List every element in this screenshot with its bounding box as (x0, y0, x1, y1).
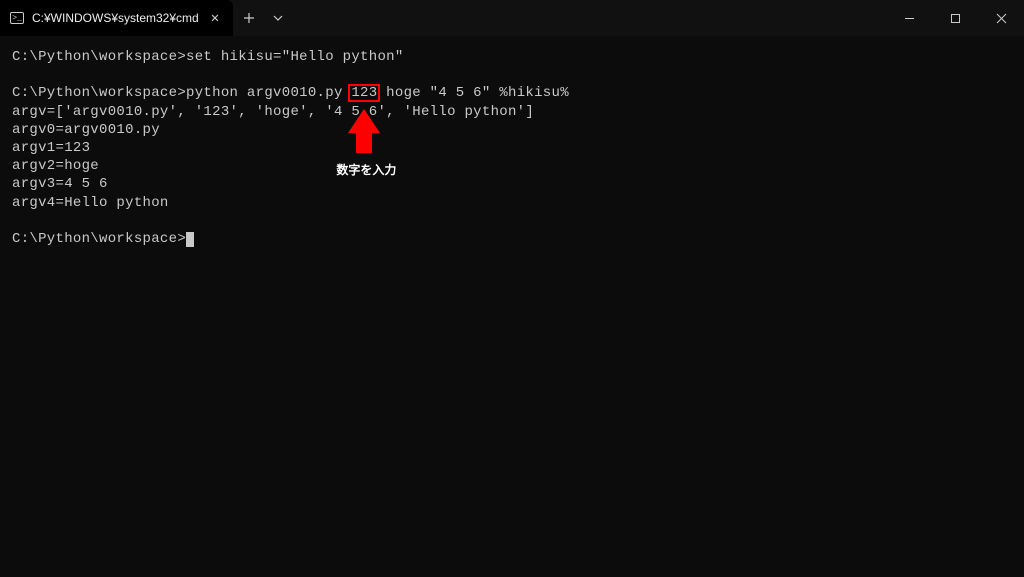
titlebar-drag-area[interactable] (291, 0, 886, 36)
cursor (186, 232, 194, 247)
minimize-button[interactable] (886, 0, 932, 36)
terminal-line: C:\Python\workspace>python argv0010.py 1… (12, 85, 569, 101)
terminal-output[interactable]: C:\Python\workspace>set hikisu="Hello py… (0, 36, 1024, 260)
terminal-line: argv4=Hello python (12, 195, 169, 211)
close-button[interactable] (978, 0, 1024, 36)
terminal-prompt: C:\Python\workspace> (12, 231, 194, 247)
cmd-icon: >_ (10, 12, 24, 24)
tab-title: C:¥WINDOWS¥system32¥cmd (32, 11, 199, 25)
terminal-line: argv1=123 (12, 140, 90, 156)
terminal-line: C:\Python\workspace>set hikisu="Hello py… (12, 49, 404, 65)
arrow-annotation-icon (348, 109, 380, 153)
titlebar: >_ C:¥WINDOWS¥system32¥cmd ✕ (0, 0, 1024, 36)
tab-cmd[interactable]: >_ C:¥WINDOWS¥system32¥cmd ✕ (0, 0, 233, 36)
terminal-line: argv=['argv0010.py', '123', 'hoge', '4 5… (12, 104, 534, 120)
terminal-line: argv2=hoge (12, 158, 99, 174)
new-tab-button[interactable] (233, 0, 265, 36)
tab-dropdown-button[interactable] (265, 0, 291, 36)
maximize-button[interactable] (932, 0, 978, 36)
terminal-line: argv3=4 5 6 (12, 176, 108, 192)
annotation-label: 数字を入力 (336, 161, 396, 178)
terminal-line: argv0=argv0010.py (12, 122, 160, 138)
tab-close-icon[interactable]: ✕ (207, 8, 223, 29)
window-controls (886, 0, 1024, 36)
